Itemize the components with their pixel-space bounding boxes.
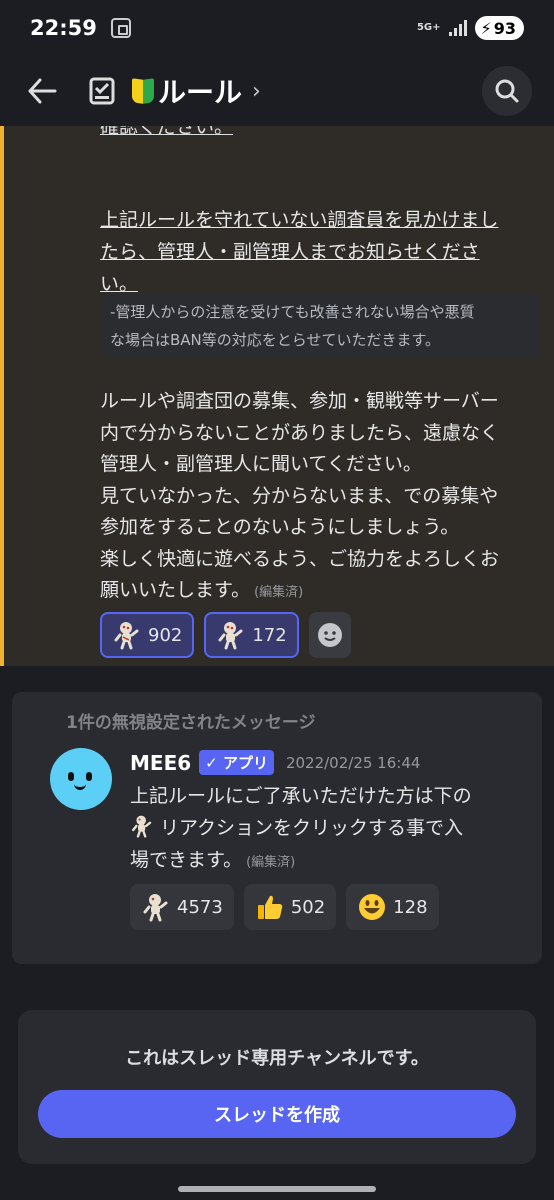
message-cut-text: 確認ください。 [100,126,234,138]
reaction-count: 4573 [177,896,223,918]
search-button[interactable] [482,66,532,116]
avatar-eye [86,772,92,781]
message-warning: 上記ルールを守れていない調査員を見かけまし たら、管理人・副管理人までお知らせく… [100,204,545,300]
chevron-right-icon: › [252,78,261,104]
reaction-voodoo-doll[interactable]: 4573 [130,884,234,930]
channel-header: ルール › [0,56,554,126]
text-line-part: 場できます。 [130,849,243,871]
status-bar: 22:59 5G+ ⚡ 93 [0,0,554,56]
warning-line: たら、管理人・副管理人までお知らせくださ [100,241,480,263]
channel-title: ルール [158,76,243,109]
mee6-reactions: 4573 502 128 [130,884,439,930]
text-line: 上記ルールにご了承いただけた方は下の [130,785,472,807]
highlighted-message[interactable]: 確認ください。 上記ルールを守れていない調査員を見かけまし たら、管理人・副管理… [0,126,554,666]
avatar-mouth [74,784,86,790]
author-name[interactable]: MEE6 [130,751,191,775]
body-line: 楽しく快適に遊べるよう、ご協力をよろしくお [100,547,500,570]
screenshot-icon [110,18,131,38]
mee6-message-text: 上記ルールにご了承いただけた方は下の リアクションをクリックする事で入 場できま… [130,780,520,879]
quote-line: -管理人からの注意を受けても改善されない場合や悪質 [110,303,475,321]
text-line: リアクションをクリックする事で入 [130,812,520,844]
ignored-message-card[interactable]: 1件の無視設定されたメッセージ MEE6 ✓ アプリ 2022/02/25 16… [12,692,542,964]
voodoo-doll-icon [143,894,168,922]
text-line: 場できます。 (編集済) [130,844,520,879]
add-reaction-button[interactable] [308,612,351,658]
channel-list-icon [86,74,120,108]
signal-icon [448,20,467,36]
timestamp: 2022/02/25 16:44 [285,753,421,772]
channel-title-button[interactable]: ルール › [132,71,261,111]
reaction-count: 502 [290,896,326,918]
battery-indicator: ⚡ 93 [474,16,524,40]
author-line: MEE6 ✓ アプリ 2022/02/25 16:44 [130,750,420,775]
home-indicator[interactable] [178,1186,376,1192]
body-line: 願いいたします。 (編集済) [100,575,545,609]
edited-label: (編集済) [246,855,296,870]
back-arrow-icon[interactable] [22,71,62,111]
search-icon [495,79,519,103]
body-line: ルールや調査団の募集、参加・観戦等サーバー [100,390,499,412]
voodoo-doll-icon [218,622,243,650]
battery-level: 93 [493,18,516,38]
body-line: 参加をすることのないようにしましょう。 [100,516,460,538]
status-time: 22:59 [30,16,97,40]
reaction-thumbs-up[interactable]: 502 [243,884,337,930]
reaction-count: 128 [393,896,428,918]
status-right: 5G+ ⚡ 93 [417,16,524,40]
thread-only-notice: これはスレッド専用チャンネルです。 スレッドを作成 [18,1010,536,1164]
reaction-count: 172 [252,624,287,646]
reaction-voodoo-doll[interactable]: 172 [204,612,299,658]
thread-notice-text: これはスレッド専用チャンネルです。 [125,1048,429,1069]
body-line: 見ていなかった、分からないまま、での募集や [100,484,499,507]
voodoo-doll-icon [132,815,152,838]
body-line-last: 願いいたします。 [100,579,251,601]
create-thread-button[interactable]: スレッドを作成 [38,1090,516,1138]
text-line-part: リアクションをクリックする事で入 [160,817,464,839]
reaction-grinning-face[interactable]: 128 [346,884,439,930]
block-quote: -管理人からの注意を受けても改善されない場合や悪質 な場合はBAN等の対応をとら… [102,294,540,358]
network-indicator: 5G+ [416,22,441,33]
beginner-mark-icon [132,77,154,105]
message-body: ルールや調査団の募集、参加・観戦等サーバー 内で分からないことがありましたら、遠… [100,386,545,609]
ignored-label: 1件の無視設定されたメッセージ [66,713,316,733]
warning-line: 上記ルールを守れていない調査員を見かけまし [100,209,499,231]
smiley-icon [317,623,342,647]
message-reactions: 902 172 [100,612,351,658]
grinning-face-icon [359,894,386,920]
avatar[interactable] [50,748,112,810]
thumbs-up-icon [257,895,283,919]
edited-label: (編集済) [254,585,304,600]
reaction-voodoo-doll[interactable]: 902 [100,612,195,658]
quote-line: な場合はBAN等の対応をとらせていただきます。 [110,331,440,349]
app-badge: ✓ アプリ [199,750,274,775]
reaction-count: 902 [148,624,183,646]
voodoo-doll-icon [114,622,139,650]
body-line: 管理人・副管理人に聞いてください。 [100,453,422,475]
body-line: 内で分からないことがありましたら、遠慮なく [100,421,500,444]
avatar-eye [68,772,74,781]
bolt-icon: ⚡ [480,18,492,38]
